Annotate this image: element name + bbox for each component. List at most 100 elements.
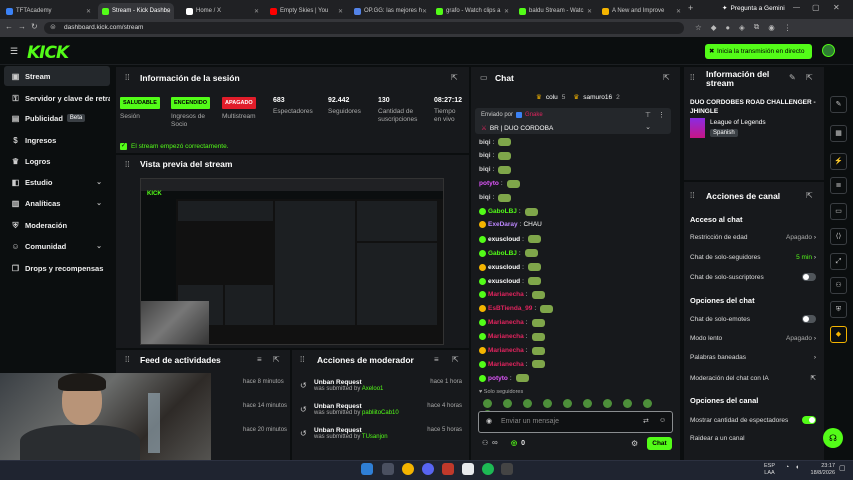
extension-icon[interactable]: ◆: [711, 23, 717, 32]
link-icon[interactable]: ∞: [492, 438, 498, 447]
chat-username[interactable]: exuscloud: [488, 264, 520, 271]
sidebar-item-community[interactable]: ☺ Comunidad ⌄: [4, 236, 110, 256]
chat-message[interactable]: biqi:: [479, 138, 512, 146]
start-transmission-button[interactable]: ✖ Inicia la transmisión en directo: [705, 44, 812, 59]
new-tab-icon[interactable]: +: [688, 3, 693, 13]
chat-message[interactable]: Marianecha:: [479, 332, 545, 341]
start-icon[interactable]: [361, 463, 373, 475]
slow-mode-row[interactable]: Modo lento Apagado ›: [690, 335, 816, 342]
volume-icon[interactable]: ◖: [795, 464, 799, 471]
browser-tab[interactable]: Empty Skies | You ✕: [266, 3, 346, 19]
close-icon[interactable]: ✕: [254, 8, 259, 15]
maximize-icon[interactable]: ▢: [812, 3, 820, 12]
drag-icon[interactable]: ⁞⁞: [125, 355, 129, 364]
popout-icon[interactable]: ⇱: [663, 73, 670, 82]
keyboard-layout[interactable]: ESP LAA: [764, 463, 775, 477]
share-icon[interactable]: ⚇: [482, 439, 488, 447]
rail-layout-button[interactable]: ▦: [830, 125, 847, 142]
mod-action-row[interactable]: ↺ Unban Request was submitted by TUsanjon…: [300, 427, 462, 447]
popout-icon[interactable]: ⇱: [451, 73, 458, 82]
browser-tab[interactable]: TFTAcademy ✕: [2, 3, 94, 19]
translate-icon[interactable]: ⇄: [643, 417, 649, 425]
filter-icon[interactable]: ≡: [257, 355, 262, 364]
banned-words-row[interactable]: Palabras baneadas ›: [690, 354, 816, 361]
pin-icon[interactable]: ⊤: [645, 111, 651, 119]
rail-list-button[interactable]: ≣: [830, 177, 847, 194]
chat-message[interactable]: GaboLBJ:: [479, 207, 538, 216]
chat-username[interactable]: ExeDaray: [488, 221, 518, 228]
app-icon[interactable]: [462, 463, 474, 475]
chat-message[interactable]: biqi:: [479, 165, 512, 174]
chat-message[interactable]: potyto:: [479, 374, 529, 383]
show-viewers-row[interactable]: Mostrar cantidad de espectadores: [690, 416, 816, 424]
drag-icon[interactable]: ⁞⁞: [125, 160, 129, 169]
gifter-name[interactable]: samuro16: [583, 94, 612, 101]
pinned-message[interactable]: Enviado por Gnake ⚔ BR | DUO CORDOBA ⊤ ⋮ ⌄: [475, 108, 671, 134]
drag-icon[interactable]: ⁞⁞: [125, 73, 129, 82]
clock[interactable]: 23:17 18/8/2026: [807, 463, 835, 477]
site-info-icon[interactable]: ⊜: [50, 23, 56, 31]
extension-icon[interactable]: ◈: [739, 23, 745, 32]
notification-icon[interactable]: ▢: [839, 464, 846, 472]
user-link[interactable]: TUsanjon: [362, 434, 388, 440]
followers-only-row[interactable]: Chat de solo-seguidores 5 min ›: [690, 254, 816, 261]
chat-username[interactable]: Marianecha: [488, 361, 524, 368]
close-icon[interactable]: ✕: [587, 8, 592, 15]
popout-icon[interactable]: ⇱: [806, 73, 813, 82]
drag-icon[interactable]: ⁞⁞: [300, 355, 304, 364]
close-icon[interactable]: ✕: [676, 8, 681, 15]
menu-dots-icon[interactable]: ⋮: [784, 23, 792, 32]
chat-username[interactable]: GaboLBJ: [488, 250, 517, 257]
chat-message[interactable]: biqi:: [479, 151, 512, 160]
chat-username[interactable]: GaboLBJ: [488, 208, 517, 215]
chat-message[interactable]: potyto:: [479, 179, 520, 188]
rail-people-button[interactable]: ⚇: [830, 277, 847, 294]
chat-message[interactable]: ExeDaray: CHAU: [479, 221, 542, 229]
chat-message[interactable]: Marianecha:: [479, 318, 545, 327]
sidebar-item-server-key[interactable]: ⚿ Servidor y clave de retran: [4, 88, 110, 108]
send-chat-button[interactable]: Chat: [647, 437, 672, 450]
chat-username[interactable]: EsBTienda_99: [488, 305, 532, 312]
chat-username[interactable]: Marianecha: [488, 319, 524, 326]
rail-expand-button[interactable]: ⤢: [830, 253, 847, 270]
discord-icon[interactable]: [422, 463, 434, 475]
rail-edit-button[interactable]: ✎: [830, 96, 847, 113]
rail-code-button[interactable]: ⟨⟩: [830, 228, 847, 245]
sidebar-item-income[interactable]: $ Ingresos: [4, 130, 110, 150]
popout-icon[interactable]: ⇱: [273, 355, 280, 364]
game-thumbnail[interactable]: [690, 118, 705, 138]
forward-icon[interactable]: →: [18, 22, 26, 31]
chat-message[interactable]: EsBTienda_99:: [479, 304, 554, 313]
browser-tab[interactable]: baldu Stream - Watc ✕: [515, 3, 595, 19]
close-window-icon[interactable]: ✕: [833, 3, 840, 12]
emotes-only-toggle[interactable]: [802, 315, 816, 323]
game-name[interactable]: League of Legends: [710, 119, 766, 126]
chat-username[interactable]: Marianecha: [488, 291, 524, 298]
reload-icon[interactable]: ↻: [31, 22, 38, 31]
rail-bolt-button[interactable]: ⚡: [830, 153, 847, 170]
edit-icon[interactable]: ✎: [789, 73, 796, 82]
chat-message[interactable]: exuscloud:: [479, 277, 541, 285]
popout-icon[interactable]: ⇱: [806, 191, 813, 200]
search-icon[interactable]: [382, 463, 394, 475]
user-link[interactable]: Axeloo1: [362, 386, 384, 392]
browser-tab[interactable]: A New and Improve ✕: [598, 3, 684, 19]
gemini-button[interactable]: ✦ Pregunta a Gemini: [722, 4, 785, 13]
rail-screen-button[interactable]: ▭: [830, 203, 847, 220]
kick-logo[interactable]: KICK: [27, 43, 69, 63]
back-icon[interactable]: ←: [5, 22, 13, 31]
chat-input[interactable]: ◉ Enviar un mensaje ⇄ ☺: [478, 411, 673, 433]
browser-tab[interactable]: grafo - Watch clips a ✕: [432, 3, 512, 19]
chat-message[interactable]: Marianecha:: [479, 346, 545, 355]
chat-username[interactable]: exuscloud: [488, 236, 520, 243]
chat-username[interactable]: potyto: [488, 375, 508, 382]
sidebar-item-moderation[interactable]: ⛨ Moderación: [4, 215, 110, 235]
star-icon[interactable]: ☆: [695, 23, 702, 32]
gifter-name[interactable]: colu: [546, 94, 558, 101]
sidebar-item-stream[interactable]: ▣ Stream: [4, 66, 110, 86]
subs-only-row[interactable]: Chat de solo-suscriptores: [690, 273, 816, 281]
sidebar-item-achievements[interactable]: ♛ Logros: [4, 151, 110, 171]
chat-username[interactable]: exuscloud: [488, 278, 520, 285]
sidebar-item-analytics[interactable]: ▥ Analíticas ⌄: [4, 193, 110, 213]
chat-message[interactable]: Marianecha:: [479, 290, 545, 299]
